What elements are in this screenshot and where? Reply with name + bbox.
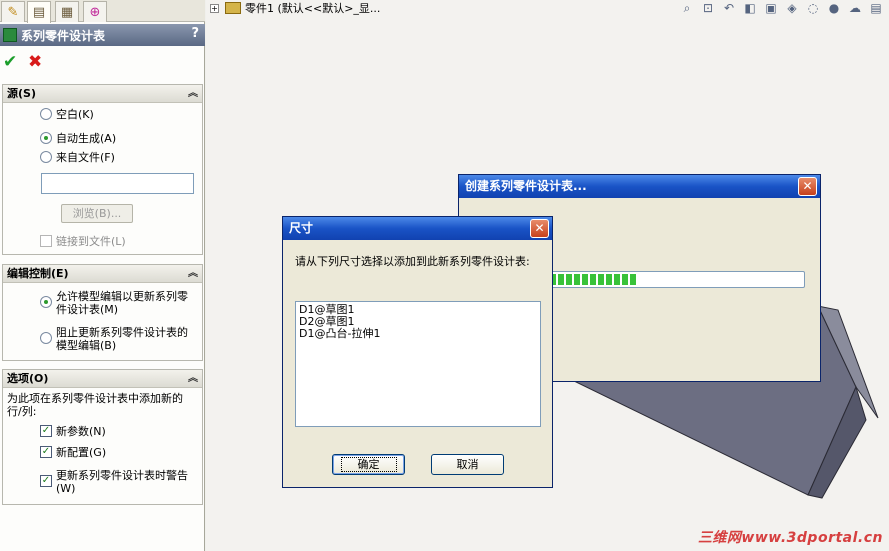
- dialog-title: 尺寸: [289, 221, 314, 235]
- property-manager-tab[interactable]: ▤: [27, 1, 51, 23]
- view-orientation-icon[interactable]: ▣: [762, 1, 780, 17]
- radio-circle[interactable]: [40, 151, 52, 163]
- list-item[interactable]: D1@凸台-拉伸1: [299, 328, 537, 340]
- collapse-chevron-icon[interactable]: ︽: [188, 370, 198, 388]
- dialog-prompt: 请从下列尺寸选择以添加到此新系列零件设计表:: [295, 255, 530, 268]
- radio-blank[interactable]: 空白(K): [40, 108, 94, 121]
- checkbox-box[interactable]: [40, 235, 52, 247]
- zoom-area-icon[interactable]: ⊡: [699, 1, 717, 17]
- file-path-input[interactable]: [41, 173, 194, 194]
- radio-circle[interactable]: [40, 332, 52, 344]
- source-group-header[interactable]: 源(S) ︽: [3, 85, 202, 103]
- dimensions-dialog: 尺寸 ✕ 请从下列尺寸选择以添加到此新系列零件设计表: D1@草图1 D2@草图…: [282, 216, 553, 488]
- options-description: 为此项在系列零件设计表中添加新的行/列:: [7, 392, 197, 418]
- property-manager-icon: ▤: [32, 5, 46, 20]
- part-name: 零件1 (默认<<默认>_显...: [245, 2, 381, 15]
- checkbox-box[interactable]: ✓: [40, 425, 52, 437]
- feature-tree-root[interactable]: + 零件1 (默认<<默认>_显...: [210, 0, 380, 16]
- checkbox-label: 新参数(N): [56, 425, 106, 438]
- heads-up-toolbar: ⌕ ⊡ ↶ ◧ ▣ ◈ ◌ ● ☁ ▤: [678, 0, 885, 18]
- checkbox-box[interactable]: ✓: [40, 475, 52, 487]
- collapse-chevron-icon[interactable]: ︽: [188, 85, 198, 103]
- radio-circle[interactable]: [40, 132, 52, 144]
- help-icon[interactable]: ?: [191, 26, 199, 41]
- radio-block-model-edits[interactable]: 阻止更新系列零件设计表的模型编辑(B): [40, 326, 190, 352]
- cancel-button[interactable]: ✖: [28, 52, 42, 72]
- ok-button-label: 确定: [340, 457, 397, 472]
- radio-label: 允许模型编辑以更新系列零件设计表(M): [56, 290, 188, 316]
- scene-icon[interactable]: ☁: [846, 1, 864, 17]
- source-group-title: 源(S): [7, 87, 36, 100]
- part-icon: [225, 2, 241, 14]
- ok-button[interactable]: 确定: [332, 454, 405, 475]
- edit-appearance-icon[interactable]: ●: [825, 1, 843, 17]
- options-group-header[interactable]: 选项(O) ︽: [3, 370, 202, 388]
- edit-control-group: 编辑控制(E) ︽ 允许模型编辑以更新系列零件设计表(M) 阻止更新系列零件设计…: [2, 264, 203, 361]
- configuration-manager-tab[interactable]: ▦: [55, 1, 79, 22]
- ok-button[interactable]: ✔: [3, 52, 17, 72]
- configuration-manager-icon: ▦: [60, 4, 74, 20]
- radio-from-file[interactable]: 来自文件(F): [40, 151, 115, 164]
- link-to-file-checkbox[interactable]: 链接到文件(L): [40, 235, 126, 248]
- manager-tabs: ✎ ▤ ▦ ⊕: [0, 0, 205, 23]
- dimxpert-icon: ⊕: [89, 4, 101, 20]
- hide-show-icon[interactable]: ◌: [804, 1, 822, 17]
- watermark-text: 三维网www.3dportal.cn: [697, 530, 883, 546]
- radio-label: 来自文件(F): [56, 151, 115, 164]
- property-manager-panel: ✎ ▤ ▦ ⊕ 系列零件设计表 ? ✔ ✖ 源(S) ︽ 空白(K) 自动生成(…: [0, 0, 205, 551]
- checkbox-box[interactable]: ✓: [40, 446, 52, 458]
- feature-manager-icon: ✎: [7, 4, 19, 20]
- options-group-title: 选项(O): [7, 372, 49, 385]
- dimensions-listbox[interactable]: D1@草图1 D2@草图1 D1@凸台-拉伸1: [295, 301, 541, 427]
- edit-control-title: 编辑控制(E): [7, 267, 69, 280]
- radio-label: 自动生成(A): [56, 132, 117, 145]
- previous-view-icon[interactable]: ↶: [720, 1, 738, 17]
- radio-allow-model-edits[interactable]: 允许模型编辑以更新系列零件设计表(M): [40, 290, 190, 316]
- edit-control-header[interactable]: 编辑控制(E) ︽: [3, 265, 202, 283]
- progress-fill: [550, 274, 638, 285]
- dialog-title-bar[interactable]: 创建系列零件设计表... ✕: [459, 175, 820, 198]
- radio-label: 空白(K): [56, 108, 94, 121]
- new-configurations-checkbox[interactable]: ✓ 新配置(G): [40, 446, 106, 459]
- browse-button[interactable]: 浏览(B)...: [61, 204, 133, 223]
- checkbox-label: 链接到文件(L): [56, 235, 126, 248]
- design-table-icon: [3, 28, 17, 42]
- checkbox-label: 新配置(G): [56, 446, 107, 459]
- expand-icon[interactable]: +: [210, 3, 219, 13]
- warn-on-update-checkbox[interactable]: ✓ 更新系列零件设计表时警告(W): [40, 469, 190, 495]
- radio-auto-create[interactable]: 自动生成(A): [40, 132, 116, 145]
- display-style-icon[interactable]: ◈: [783, 1, 801, 17]
- property-manager-header: 系列零件设计表 ?: [0, 24, 205, 46]
- box-side-face: [807, 385, 867, 499]
- dialog-title-bar[interactable]: 尺寸 ✕: [283, 217, 552, 240]
- dialog-title: 创建系列零件设计表...: [465, 179, 587, 193]
- cancel-button[interactable]: 取消: [431, 454, 504, 475]
- options-group: 选项(O) ︽ 为此项在系列零件设计表中添加新的行/列: ✓ 新参数(N) ✓ …: [2, 369, 203, 505]
- close-icon[interactable]: ✕: [530, 219, 549, 238]
- panel-title: 系列零件设计表: [21, 28, 106, 43]
- section-view-icon[interactable]: ◧: [741, 1, 759, 17]
- close-icon[interactable]: ✕: [798, 177, 817, 196]
- new-parameters-checkbox[interactable]: ✓ 新参数(N): [40, 425, 106, 438]
- checkbox-label: 更新系列零件设计表时警告(W): [56, 469, 188, 495]
- options-description-text: 为此项在系列零件设计表中添加新的行/列:: [7, 392, 183, 418]
- radio-circle[interactable]: [40, 296, 52, 308]
- source-group: 源(S) ︽ 空白(K) 自动生成(A) 来自文件(F) 浏览(B)... 链接…: [2, 84, 203, 255]
- radio-circle[interactable]: [40, 108, 52, 120]
- dimxpert-tab[interactable]: ⊕: [83, 1, 107, 22]
- progress-bar: [547, 271, 805, 288]
- box-top-face: [817, 305, 879, 419]
- zoom-fit-icon[interactable]: ⌕: [678, 1, 696, 17]
- feature-manager-tab[interactable]: ✎: [1, 1, 25, 22]
- view-settings-icon[interactable]: ▤: [867, 1, 885, 17]
- radio-label: 阻止更新系列零件设计表的模型编辑(B): [56, 326, 188, 352]
- collapse-chevron-icon[interactable]: ︽: [188, 265, 198, 283]
